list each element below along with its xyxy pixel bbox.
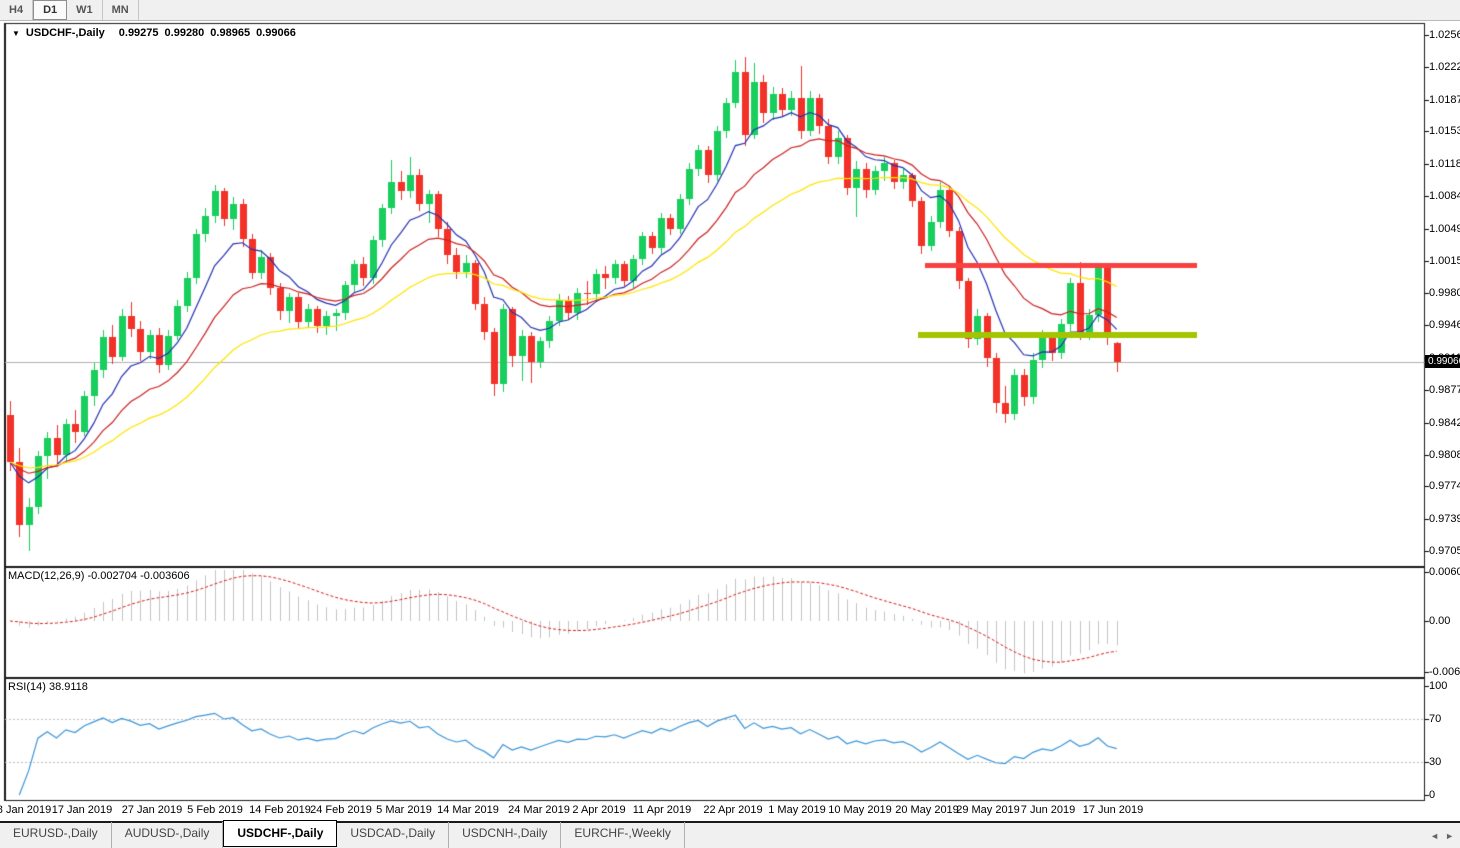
timeframe-button-mn[interactable]: MN [103,0,139,20]
quote-close: 0.99066 [256,27,296,39]
price-axis-label: 0.97050 [1429,545,1460,557]
rsi-axis-label: 0 [1429,789,1435,801]
date-axis-label: 17 Jan 2019 [52,804,113,816]
quote-high: 0.99280 [165,27,205,39]
date-axis-label: 20 May 2019 [895,804,959,816]
price-axis-label: 0.98770 [1429,384,1460,396]
timeframe-button-w1[interactable]: W1 [67,0,103,20]
rsi-indicator-label: RSI(14) 38.9118 [8,681,88,693]
tab-eurusd-daily[interactable]: EURUSD-,Daily [0,822,112,848]
price-axis-label: 0.98420 [1429,417,1460,429]
chart-canvas[interactable] [0,0,1460,848]
price-axis-label: 1.01870 [1429,94,1460,106]
date-axis-label: 5 Feb 2019 [187,804,243,816]
date-axis-label: 17 Jun 2019 [1083,804,1144,816]
date-axis-label: 10 May 2019 [828,804,892,816]
price-axis-label: 1.02560 [1429,29,1460,41]
date-axis-label: 1 May 2019 [768,804,825,816]
quote-open: 0.99275 [119,27,159,39]
rsi-axis-label: 30 [1429,756,1441,768]
price-axis-label: 1.01180 [1429,158,1460,170]
price-axis-label: 1.02220 [1429,61,1460,73]
date-axis-label: 7 Jun 2019 [1021,804,1075,816]
macd-indicator-label: MACD(12,26,9) -0.002704 -0.003606 [8,570,190,582]
date-axis-label: 11 Apr 2019 [633,804,692,816]
tab-usdcnh-daily[interactable]: USDCNH-,Daily [449,822,561,848]
date-axis-label: 8 Jan 2019 [0,804,51,816]
timeframe-button-h4[interactable]: H4 [0,0,33,20]
date-axis-label: 24 Mar 2019 [508,804,570,816]
tab-usdcad-daily[interactable]: USDCAD-,Daily [337,822,449,848]
quote-low: 0.98965 [210,27,250,39]
date-axis-label: 22 Apr 2019 [703,804,762,816]
tab-eurchf-weekly[interactable]: EURCHF-,Weekly [561,822,684,848]
tab-scroll-left-icon[interactable]: ◄ [1430,831,1439,841]
chart-tabs: EURUSD-,DailyAUDUSD-,DailyUSDCHF-,DailyU… [0,822,685,848]
chart-tab-bar: EURUSD-,DailyAUDUSD-,DailyUSDCHF-,DailyU… [0,821,1460,848]
tab-usdchf-daily[interactable]: USDCHF-,Daily [223,820,337,847]
macd-axis-label: 0.006058 [1429,566,1460,578]
mt4-window: H4D1W1MN ▼ USDCHF-,Daily 0.99275 0.99280… [0,0,1460,848]
price-axis-label: 0.98080 [1429,449,1460,461]
current-price-tag: 0.99066 [1425,355,1460,368]
timeframe-button-d1[interactable]: D1 [33,0,67,20]
date-axis-label: 14 Mar 2019 [437,804,499,816]
price-axis-label: 0.99460 [1429,319,1460,331]
tab-audusd-daily[interactable]: AUDUSD-,Daily [112,822,224,848]
rsi-axis-label: 70 [1429,713,1441,725]
price-axis-label: 0.99800 [1429,287,1460,299]
tab-scroll-right-icon[interactable]: ► [1445,831,1454,841]
price-axis-label: 1.00150 [1429,255,1460,267]
date-axis-label: 24 Feb 2019 [310,804,372,816]
rsi-axis-label: 100 [1429,680,1447,692]
date-axis-label: 29 May 2019 [956,804,1020,816]
price-axis-label: 1.00840 [1429,190,1460,202]
date-axis-label: 2 Apr 2019 [572,804,625,816]
date-axis-label: 27 Jan 2019 [122,804,183,816]
price-axis-label: 0.97740 [1429,480,1460,492]
timeframe-toolbar: H4D1W1MN [0,0,1460,21]
chart-dropdown-icon[interactable]: ▼ [12,29,20,38]
tab-scroll-nav: ◄ ► [1430,831,1460,841]
chart-title-row: ▼ USDCHF-,Daily 0.99275 0.99280 0.98965 … [12,27,296,39]
macd-axis-label: 0.00 [1429,615,1450,627]
macd-axis-label: -0.006096 [1429,666,1460,678]
price-axis-label: 1.01530 [1429,125,1460,137]
date-axis-label: 5 Mar 2019 [376,804,432,816]
chart-symbol-title: USDCHF-,Daily [26,27,105,39]
date-axis-label: 14 Feb 2019 [249,804,311,816]
price-axis-label: 1.00490 [1429,223,1460,235]
price-axis-label: 0.97390 [1429,513,1460,525]
